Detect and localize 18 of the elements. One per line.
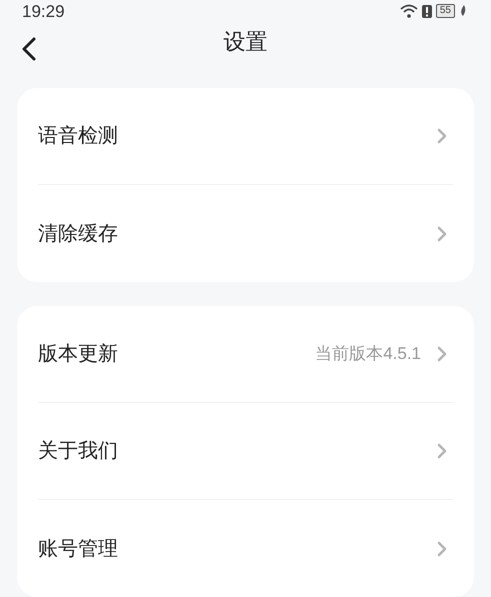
settings-row[interactable]: 关于我们 [38,403,453,500]
wifi-icon [400,4,418,18]
row-label: 清除缓存 [38,222,118,246]
settings-row[interactable]: 清除缓存 [38,185,453,282]
back-icon [22,36,36,61]
row-label: 账号管理 [38,536,118,562]
row-label: 语音检测 [38,124,118,149]
page-title: 设置 [224,28,268,56]
settings-row[interactable]: 语音检测 [38,88,453,185]
row-value: 当前版本4.5.1 [315,343,421,366]
settings-row[interactable]: 账号管理 [38,500,453,597]
settings-row[interactable]: 版本更新 当前版本4.5.1 [38,306,453,403]
alert-icon [422,4,432,18]
leaf-icon [459,5,467,18]
row-label: 版本更新 [38,342,118,367]
battery-indicator: 55 [436,4,455,18]
row-label: 关于我们 [38,439,118,464]
status-time: 19:29 [22,2,65,20]
